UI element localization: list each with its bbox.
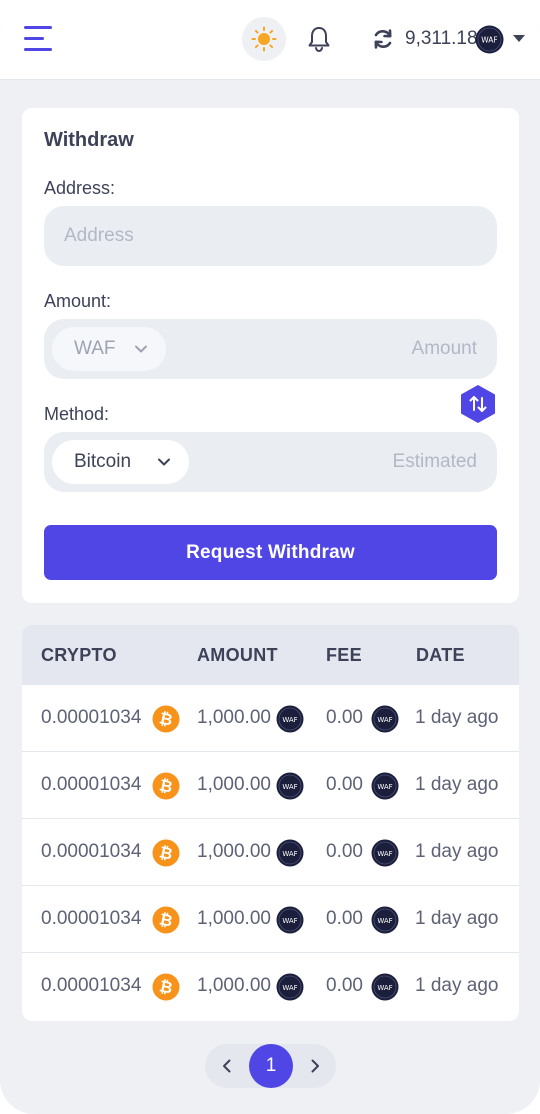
currency-select[interactable]: WAF: [52, 327, 166, 371]
address-field-wrapper: [44, 206, 497, 266]
bell-icon[interactable]: [304, 24, 334, 54]
table-row: 0.00001034 ₿ 1,000.00 WAF 0.00 WAF 1 day ago: [22, 953, 519, 1020]
column-header-crypto: CRYPTO: [41, 645, 117, 665]
bitcoin-icon: ₿: [152, 705, 180, 738]
chevron-down-icon: [158, 458, 170, 466]
chevron-left-icon[interactable]: [218, 1057, 236, 1075]
column-header-amount: AMOUNT: [197, 645, 278, 665]
pagination: 1: [205, 1044, 336, 1088]
sun-icon: [251, 26, 277, 52]
waf-coin-icon: WAF: [371, 839, 399, 872]
svg-text:WAF: WAF: [282, 783, 297, 791]
method-field-wrapper: Bitcoin: [44, 432, 497, 492]
waf-coin-icon: WAF: [371, 906, 399, 939]
amount-value: 1,000.00: [197, 975, 271, 996]
waf-coin-icon: WAF: [276, 772, 304, 805]
column-header-fee: FEE: [326, 645, 362, 665]
crypto-value: 0.00001034: [41, 774, 142, 795]
table-row: 0.00001034 ₿ 1,000.00 WAF 0.00 WAF 1 day ago: [22, 819, 519, 886]
waf-coin-icon: WAF: [371, 705, 399, 738]
method-label: Method:: [44, 404, 110, 424]
date-value: 1 day ago: [415, 908, 499, 929]
crypto-value: 0.00001034: [41, 707, 142, 728]
top-bar: 9,311.18 WAF: [0, 0, 540, 80]
fee-value: 0.00: [326, 841, 363, 862]
address-label: Address:: [44, 178, 116, 198]
amount-value: 1,000.00: [197, 841, 271, 862]
svg-text:WAF: WAF: [377, 783, 392, 791]
app-frame: 9,311.18 WAF Withdraw Address: Amount: W…: [0, 0, 540, 1114]
withdraw-history-table: CRYPTO AMOUNT FEE DATE 0.00001034 ₿ 1,000.…: [22, 625, 519, 1021]
bitcoin-icon: ₿: [152, 906, 180, 939]
amount-field-wrapper: WAF: [44, 319, 497, 379]
wallet-balance: 9,311.18: [405, 28, 478, 49]
date-value: 1 day ago: [415, 975, 499, 996]
crypto-value: 0.00001034: [41, 908, 142, 929]
waf-coin-icon: WAF: [276, 906, 304, 939]
fee-value: 0.00: [326, 975, 363, 996]
table-row: 0.00001034 ₿ 1,000.00 WAF 0.00 WAF 1 day ago: [22, 752, 519, 819]
svg-text:WAF: WAF: [282, 917, 297, 925]
svg-text:WAF: WAF: [377, 716, 392, 724]
method-select-value: Bitcoin: [74, 451, 132, 472]
amount-value: 1,000.00: [197, 707, 271, 728]
theme-toggle-button[interactable]: [242, 17, 286, 61]
fee-value: 0.00: [326, 774, 363, 795]
date-value: 1 day ago: [415, 707, 499, 728]
fee-value: 0.00: [326, 908, 363, 929]
card-title: Withdraw: [44, 129, 134, 151]
page-button-current[interactable]: 1: [249, 1044, 293, 1088]
address-input[interactable]: [44, 206, 497, 266]
bitcoin-icon: ₿: [152, 839, 180, 872]
amount-label: Amount:: [44, 291, 112, 311]
fee-value: 0.00: [326, 707, 363, 728]
caret-down-icon[interactable]: [513, 35, 525, 42]
table-row: 0.00001034 ₿ 1,000.00 WAF 0.00 WAF 1 day ago: [22, 886, 519, 953]
swap-icon[interactable]: [459, 384, 497, 424]
waf-coin-icon: WAF: [276, 973, 304, 1006]
amount-value: 1,000.00: [197, 774, 271, 795]
chevron-right-icon[interactable]: [306, 1057, 324, 1075]
withdraw-card: Withdraw Address: Amount: WAF Method:: [22, 108, 519, 603]
chevron-down-icon: [135, 345, 147, 353]
method-select[interactable]: Bitcoin: [52, 440, 189, 484]
svg-text:WAF: WAF: [377, 984, 392, 992]
request-withdraw-button[interactable]: Request Withdraw: [44, 525, 497, 580]
table-row: 0.00001034 ₿ 1,000.00 WAF 0.00 WAF 1 day ago: [22, 685, 519, 752]
refresh-icon[interactable]: [371, 27, 395, 51]
svg-text:WAF: WAF: [377, 917, 392, 925]
svg-text:WAF: WAF: [282, 716, 297, 724]
svg-text:WAF: WAF: [377, 850, 392, 858]
date-value: 1 day ago: [415, 841, 499, 862]
bitcoin-icon: ₿: [152, 772, 180, 805]
waf-coin-icon: WAF: [475, 25, 504, 54]
waf-coin-icon: WAF: [371, 973, 399, 1006]
date-value: 1 day ago: [415, 774, 499, 795]
crypto-value: 0.00001034: [41, 841, 142, 862]
bitcoin-icon: ₿: [152, 973, 180, 1006]
table-header: CRYPTO AMOUNT FEE DATE: [22, 625, 519, 685]
svg-text:WAF: WAF: [282, 984, 297, 992]
amount-value: 1,000.00: [197, 908, 271, 929]
column-header-date: DATE: [416, 645, 465, 665]
svg-text:WAF: WAF: [282, 850, 297, 858]
menu-icon[interactable]: [24, 26, 54, 52]
crypto-value: 0.00001034: [41, 975, 142, 996]
waf-coin-icon: WAF: [371, 772, 399, 805]
waf-coin-icon: WAF: [276, 839, 304, 872]
waf-coin-icon: WAF: [276, 705, 304, 738]
svg-text:WAF: WAF: [481, 36, 497, 45]
currency-select-value: WAF: [74, 338, 116, 359]
